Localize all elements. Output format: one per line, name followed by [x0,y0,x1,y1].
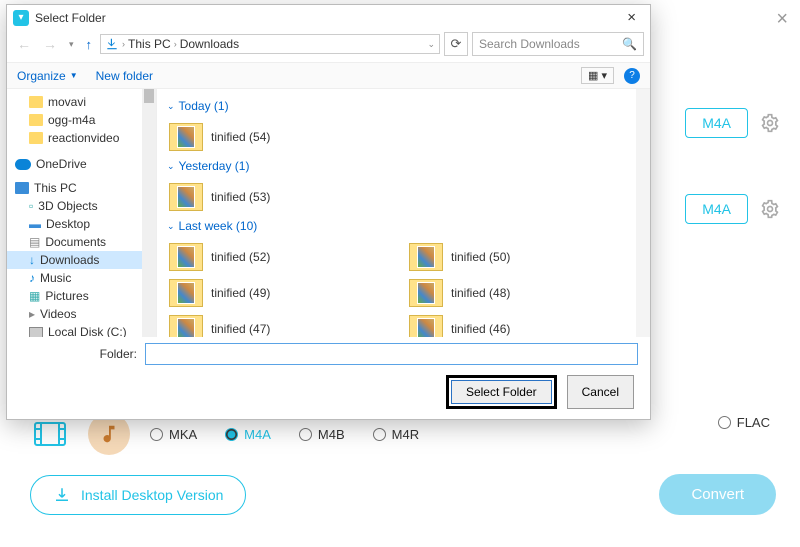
cancel-button[interactable]: Cancel [567,375,634,409]
downloads-folder-icon [105,37,119,51]
list-item[interactable]: tinified (54) [167,119,367,155]
select-folder-button[interactable]: Select Folder [451,380,552,404]
install-desktop-button[interactable]: Install Desktop Version [30,475,246,515]
group-lastweek[interactable]: ⌄Last week (10) [167,219,640,233]
tree-item[interactable]: ogg-m4a [7,111,156,129]
view-mode-button[interactable]: ▦ ▾ [581,67,614,84]
tree-item[interactable]: movavi [7,93,156,111]
tree-item[interactable]: ▦Pictures [7,287,156,305]
scrollbar[interactable] [636,89,650,337]
refresh-icon[interactable]: ⟳ [444,32,468,56]
search-input[interactable]: Search Downloads 🔍 [472,32,644,56]
list-item[interactable]: tinified (52) [167,239,367,275]
scrollbar[interactable] [142,89,156,337]
format-m4a-button[interactable]: M4A [685,108,748,138]
tree-item[interactable]: ▫3D Objects [7,197,156,215]
tree-item[interactable]: ♪Music [7,269,156,287]
tree-item[interactable]: ▤Documents [7,233,156,251]
tree-item[interactable]: ▸Videos [7,305,156,323]
convert-button[interactable]: Convert [659,474,776,515]
nav-up-icon[interactable]: ↑ [82,37,97,52]
folder-name-input[interactable] [145,343,638,365]
search-icon: 🔍 [622,37,637,51]
list-item[interactable]: tinified (47) [167,311,367,337]
radio-m4a[interactable]: M4A [225,427,271,442]
list-item[interactable]: tinified (50) [407,239,607,275]
folder-tree: movavi ogg-m4a reactionvideo OneDrive Th… [7,89,157,337]
radio-m4r[interactable]: M4R [373,427,419,442]
path-bar[interactable]: › This PC › Downloads ⌄ [100,34,440,54]
nav-forward-icon: → [39,34,61,54]
tree-item-downloads[interactable]: ↓Downloads [7,251,156,269]
list-item[interactable]: tinified (46) [407,311,607,337]
video-icon[interactable] [32,416,68,452]
nav-recent-icon[interactable]: ▾ [65,37,78,52]
group-yesterday[interactable]: ⌄Yesterday (1) [167,159,640,173]
chevron-down-icon[interactable]: ⌄ [427,39,435,50]
gear-icon[interactable] [760,199,780,219]
radio-m4b[interactable]: M4B [299,427,345,442]
close-icon[interactable]: × [621,9,642,26]
gear-icon[interactable] [760,113,780,133]
tree-item[interactable]: Local Disk (C:) [7,323,156,337]
tree-item-onedrive[interactable]: OneDrive [7,155,156,173]
select-folder-dialog: ▾ Select Folder × ← → ▾ ↑ › This PC › Do… [6,4,651,420]
tree-item[interactable]: ▬Desktop [7,215,156,233]
list-item[interactable]: tinified (49) [167,275,367,311]
help-icon[interactable]: ? [624,68,640,84]
radio-mka[interactable]: MKA [150,427,197,442]
path-segment[interactable]: Downloads [180,37,239,51]
dialog-title: Select Folder [35,11,106,25]
tree-item[interactable]: reactionvideo [7,129,156,147]
list-item[interactable]: tinified (53) [167,179,367,215]
app-logo-icon: ▾ [13,10,29,26]
nav-back-icon[interactable]: ← [13,34,35,54]
tree-item-thispc[interactable]: This PC [7,179,156,197]
select-folder-highlight: Select Folder [446,375,557,409]
app-close-icon[interactable]: × [776,8,788,31]
folder-content: ⌄Today (1) tinified (54) ⌄Yesterday (1) … [157,89,650,337]
list-item[interactable]: tinified (48) [407,275,607,311]
group-today[interactable]: ⌄Today (1) [167,99,640,113]
new-folder-button[interactable]: New folder [96,69,153,83]
path-segment[interactable]: This PC [128,37,171,51]
folder-label: Folder: [19,347,137,361]
format-m4a-button-2[interactable]: M4A [685,194,748,224]
organize-menu[interactable]: Organize ▼ [17,69,78,83]
